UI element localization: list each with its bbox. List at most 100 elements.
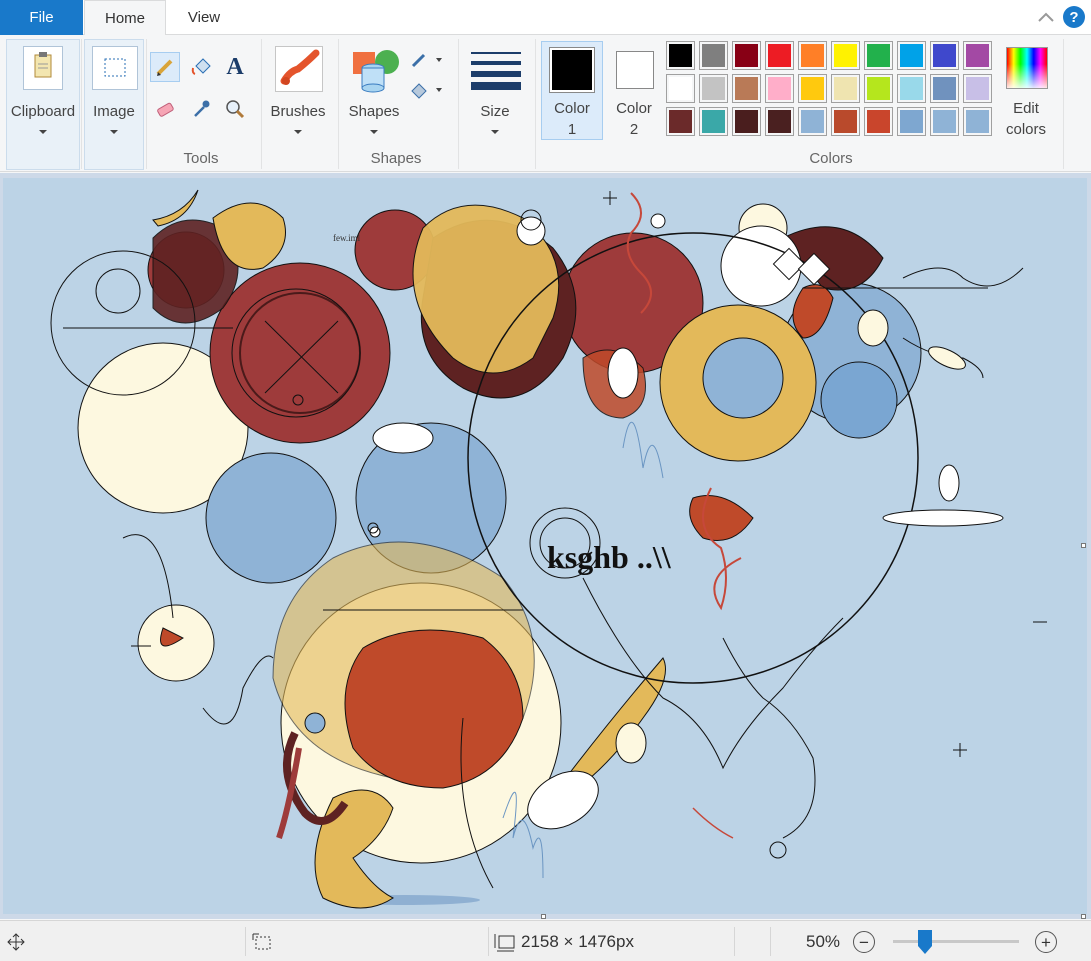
palette-swatch[interactable] — [699, 107, 728, 136]
magnifier-icon — [226, 100, 245, 119]
color2-swatch — [616, 51, 654, 89]
collapse-ribbon-icon[interactable] — [1035, 6, 1057, 28]
swatch-color — [966, 77, 989, 100]
swatch-color — [867, 44, 890, 67]
zoom-level: 50% — [806, 931, 841, 951]
palette-swatch[interactable] — [699, 74, 728, 103]
shapes-icon — [351, 46, 399, 94]
separator — [458, 39, 459, 169]
palette-swatch[interactable] — [864, 74, 893, 103]
clipboard-dropdown-icon — [39, 130, 47, 134]
palette-swatch[interactable] — [831, 107, 860, 136]
edit-colors-label-line2: colors — [1005, 121, 1046, 138]
magnifier-tool-button[interactable] — [220, 94, 250, 124]
size-dropdown-icon — [491, 130, 499, 134]
palette-swatch[interactable] — [732, 41, 761, 70]
separator — [245, 927, 246, 956]
canvas-size-icon — [494, 921, 516, 961]
palette-swatch[interactable] — [765, 107, 794, 136]
tab-file[interactable]: File — [0, 0, 83, 35]
swatch-color — [801, 77, 824, 100]
resize-handle-corner[interactable] — [1081, 914, 1086, 919]
color1-button[interactable]: Color 1 — [541, 41, 603, 140]
ribbon: Clipboard Image A Tools Brushes Shapes S… — [0, 35, 1091, 172]
resize-handle-bottom[interactable] — [541, 914, 546, 919]
size-button[interactable]: Size — [466, 39, 524, 145]
palette-swatch[interactable] — [930, 41, 959, 70]
size-icon — [471, 46, 521, 92]
swatch-color — [966, 44, 989, 67]
eraser-icon — [157, 102, 174, 117]
swatch-color — [735, 44, 758, 67]
select-icon — [92, 46, 138, 90]
palette-swatch[interactable] — [666, 74, 695, 103]
palette-swatch[interactable] — [765, 74, 794, 103]
text-tool-button[interactable]: A — [220, 52, 250, 82]
palette-swatch[interactable] — [897, 41, 926, 70]
clipboard-button[interactable]: Clipboard — [6, 39, 80, 170]
palette-swatch[interactable] — [963, 107, 992, 136]
shapes-button[interactable]: Shapes — [344, 39, 404, 145]
swatch-color — [867, 110, 890, 133]
image-button[interactable]: Image — [84, 39, 144, 170]
color2-button[interactable]: Color 2 — [606, 41, 662, 140]
resize-handle-right[interactable] — [1081, 543, 1086, 548]
tab-view[interactable]: View — [166, 0, 242, 35]
zoom-slider-track[interactable] — [893, 940, 1019, 943]
pencil-tool-button[interactable] — [150, 52, 180, 82]
zoom-out-button[interactable]: − — [853, 931, 875, 953]
palette-swatch[interactable] — [831, 41, 860, 70]
color-picker-tool-button[interactable] — [186, 94, 216, 124]
swatch-color — [867, 77, 890, 100]
color2-sublabel: 2 — [629, 121, 639, 138]
palette-swatch[interactable] — [963, 41, 992, 70]
palette-swatch[interactable] — [930, 74, 959, 103]
palette-swatch[interactable] — [897, 74, 926, 103]
separator — [261, 39, 262, 169]
separator — [146, 39, 147, 169]
fill-shape-button[interactable] — [406, 75, 446, 105]
palette-swatch[interactable] — [831, 74, 860, 103]
zoom-slider-thumb[interactable] — [917, 929, 933, 955]
shapes-dropdown-icon — [370, 130, 378, 134]
swatch-color — [834, 44, 857, 67]
text-icon: A — [226, 53, 244, 80]
palette-swatch[interactable] — [732, 107, 761, 136]
brushes-button[interactable]: Brushes — [266, 39, 330, 145]
swatch-color — [669, 110, 692, 133]
swatch-color — [669, 44, 692, 67]
drawing-canvas[interactable]: ksghb ..\\ few.iml — [3, 178, 1087, 914]
swatch-color — [834, 110, 857, 133]
fill-tool-button[interactable] — [186, 52, 216, 82]
swatch-color — [702, 110, 725, 133]
swatch-color — [834, 77, 857, 100]
brushes-label: Brushes — [270, 103, 326, 120]
palette-swatch[interactable] — [666, 107, 695, 136]
outline-button[interactable] — [406, 45, 446, 75]
separator — [338, 39, 339, 169]
brush-icon — [275, 46, 323, 92]
palette-swatch[interactable] — [798, 107, 827, 136]
pencil-icon — [156, 59, 173, 76]
eraser-tool-button[interactable] — [150, 94, 180, 124]
tab-home[interactable]: Home — [84, 0, 166, 36]
palette-swatch[interactable] — [963, 74, 992, 103]
tab-bar: File Home View ? — [0, 0, 1091, 36]
palette-swatch[interactable] — [699, 41, 728, 70]
palette-swatch[interactable] — [666, 41, 695, 70]
swatch-color — [768, 110, 791, 133]
palette-swatch[interactable] — [798, 74, 827, 103]
palette-swatch[interactable] — [798, 41, 827, 70]
swatch-color — [735, 77, 758, 100]
palette-swatch[interactable] — [732, 74, 761, 103]
help-button[interactable]: ? — [1063, 6, 1085, 28]
palette-swatch[interactable] — [864, 107, 893, 136]
separator — [770, 927, 771, 956]
palette-swatch[interactable] — [864, 41, 893, 70]
palette-swatch[interactable] — [930, 107, 959, 136]
palette-swatch[interactable] — [765, 41, 794, 70]
palette-swatch[interactable] — [897, 107, 926, 136]
canvas-text: ksghb ..\\ — [547, 539, 672, 575]
edit-colors-button[interactable]: Edit colors — [1000, 41, 1052, 141]
zoom-in-button[interactable]: + — [1035, 931, 1057, 953]
